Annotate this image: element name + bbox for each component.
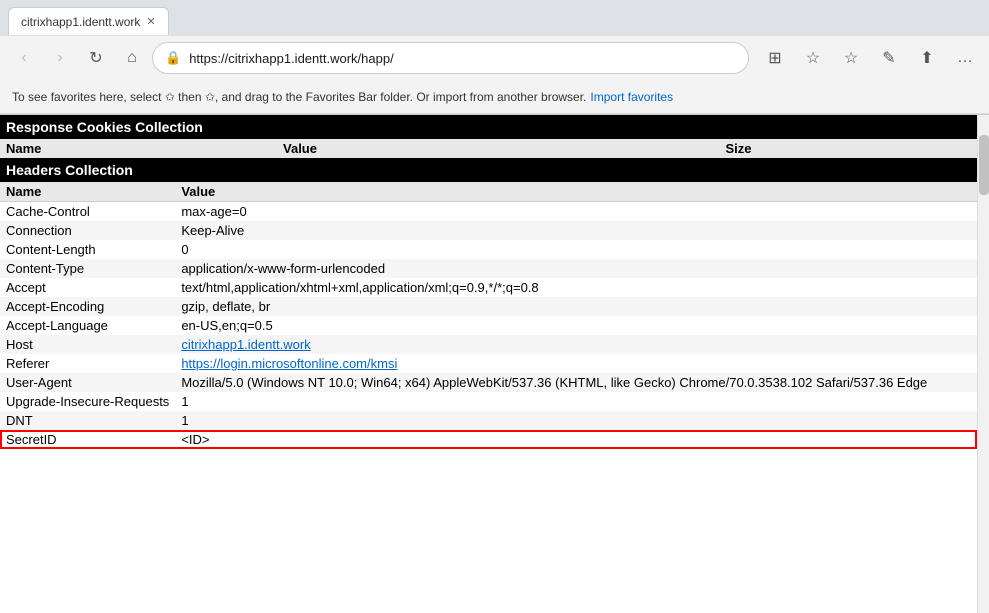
header-value-cell: max-age=0 xyxy=(175,202,977,222)
header-value-cell: citrixhapp1.identt.work xyxy=(175,335,977,354)
table-row: Accept-Languageen-US,en;q=0.5 xyxy=(0,316,977,335)
web-capture-button[interactable]: ✎ xyxy=(873,42,905,74)
share-button[interactable]: ⬆ xyxy=(911,42,943,74)
header-name-cell: Accept-Language xyxy=(0,316,175,335)
table-row: Content-Typeapplication/x-www-form-urlen… xyxy=(0,259,977,278)
header-name-cell: Upgrade-Insecure-Requests xyxy=(0,392,175,411)
header-value-cell: Keep-Alive xyxy=(175,221,977,240)
header-name-cell: Cache-Control xyxy=(0,202,175,222)
table-row: Accepttext/html,application/xhtml+xml,ap… xyxy=(0,278,977,297)
scrollbar-track[interactable] xyxy=(977,115,989,613)
header-value-cell: 1 xyxy=(175,411,977,430)
tab-title: citrixhapp1.identt.work xyxy=(21,15,140,29)
table-row: Cache-Controlmax-age=0 xyxy=(0,202,977,222)
header-name-cell: Accept xyxy=(0,278,175,297)
header-name-cell: Accept-Encoding xyxy=(0,297,175,316)
header-name-cell: User-Agent xyxy=(0,373,175,392)
import-favorites-link[interactable]: Import favorites xyxy=(590,90,673,104)
cookies-section-header: Response Cookies Collection xyxy=(0,115,977,139)
content-wrapper: Response Cookies Collection Name Value S… xyxy=(0,115,989,613)
page-content: Response Cookies Collection Name Value S… xyxy=(0,115,977,613)
lock-icon: 🔒 xyxy=(165,50,181,66)
headers-section-header: Headers Collection xyxy=(0,158,977,182)
header-value-cell: en-US,en;q=0.5 xyxy=(175,316,977,335)
forward-button[interactable]: › xyxy=(44,42,76,74)
scrollbar-thumb[interactable] xyxy=(979,135,989,195)
header-name-cell: Content-Length xyxy=(0,240,175,259)
header-value-cell: gzip, deflate, br xyxy=(175,297,977,316)
header-name-cell: Host xyxy=(0,335,175,354)
header-value-cell: application/x-www-form-urlencoded xyxy=(175,259,977,278)
url-text: https://citrixhapp1.identt.work/happ/ xyxy=(189,51,736,66)
table-row: Host citrixhapp1.identt.work xyxy=(0,335,977,354)
nav-icons: ⊞ ☆ ☆ ✎ ⬆ … xyxy=(759,42,981,74)
header-value-cell: Mozilla/5.0 (Windows NT 10.0; Win64; x64… xyxy=(175,373,977,392)
header-value-cell: <ID> xyxy=(175,430,977,449)
header-value-cell: text/html,application/xhtml+xml,applicat… xyxy=(175,278,977,297)
address-bar[interactable]: 🔒 https://citrixhapp1.identt.work/happ/ xyxy=(152,42,749,74)
cookies-column-headers: Name Value Size xyxy=(0,139,977,158)
nav-bar: ‹ › ↻ ⌂ 🔒 https://citrixhapp1.identt.wor… xyxy=(0,36,989,80)
home-button[interactable]: ⌂ xyxy=(116,42,148,74)
header-value-cell: 1 xyxy=(175,392,977,411)
table-row: User-AgentMozilla/5.0 (Windows NT 10.0; … xyxy=(0,373,977,392)
table-row: ConnectionKeep-Alive xyxy=(0,221,977,240)
cookies-value-header: Value xyxy=(100,139,500,158)
headers-column-headers: Name Value xyxy=(0,182,977,202)
header-name-cell: Referer xyxy=(0,354,175,373)
tab-bar: citrixhapp1.identt.work ✕ xyxy=(0,0,989,36)
browser-tab[interactable]: citrixhapp1.identt.work ✕ xyxy=(8,7,169,35)
favorites-text: To see favorites here, select ✩ then ✩, … xyxy=(12,90,586,104)
back-button[interactable]: ‹ xyxy=(8,42,40,74)
table-row: Content-Length0 xyxy=(0,240,977,259)
headers-value-header: Value xyxy=(175,182,977,202)
table-row: Accept-Encodinggzip, deflate, br xyxy=(0,297,977,316)
table-row: Referer https://login.microsoftonline.com… xyxy=(0,354,977,373)
browser-chrome: citrixhapp1.identt.work ✕ ‹ › ↻ ⌂ 🔒 http… xyxy=(0,0,989,115)
settings-button[interactable]: … xyxy=(949,42,981,74)
table-row: DNT1 xyxy=(0,411,977,430)
reading-view-button[interactable]: ⊞ xyxy=(759,42,791,74)
header-value-link[interactable]: https://login.microsoftonline.com/kmsi xyxy=(181,356,397,371)
header-name-cell: Connection xyxy=(0,221,175,240)
header-name-cell: SecretID xyxy=(0,430,175,449)
cookies-table: Response Cookies Collection Name Value S… xyxy=(0,115,977,158)
secret-id-row: SecretID<ID> xyxy=(0,430,977,449)
header-name-cell: Content-Type xyxy=(0,259,175,278)
header-name-cell: DNT xyxy=(0,411,175,430)
favorites-bar: To see favorites here, select ✩ then ✩, … xyxy=(0,80,989,114)
headers-table: Headers Collection Name Value Cache-Cont… xyxy=(0,158,977,449)
collections-button[interactable]: ☆ xyxy=(835,42,867,74)
favorites-button[interactable]: ☆ xyxy=(797,42,829,74)
header-value-cell: 0 xyxy=(175,240,977,259)
headers-name-header: Name xyxy=(0,182,175,202)
tab-close-button[interactable]: ✕ xyxy=(146,15,155,28)
header-value-link[interactable]: citrixhapp1.identt.work xyxy=(181,337,310,352)
header-value-cell: https://login.microsoftonline.com/kmsi xyxy=(175,354,977,373)
refresh-button[interactable]: ↻ xyxy=(80,42,112,74)
cookies-size-header: Size xyxy=(500,139,977,158)
cookies-name-header: Name xyxy=(0,139,100,158)
table-row: Upgrade-Insecure-Requests1 xyxy=(0,392,977,411)
